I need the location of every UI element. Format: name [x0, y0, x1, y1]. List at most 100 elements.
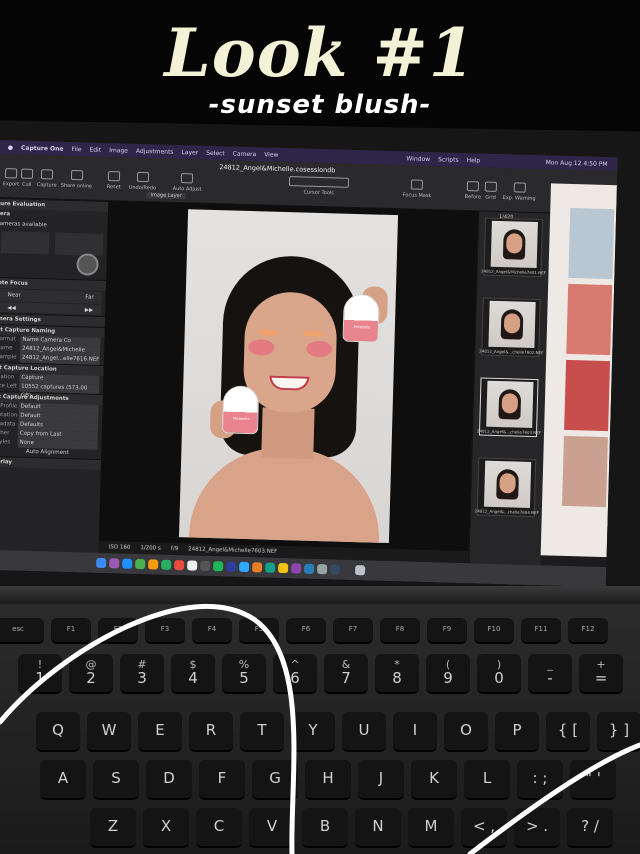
key-comma[interactable]: < ,	[461, 808, 507, 848]
key-f6[interactable]: F6	[286, 618, 326, 644]
key-equals[interactable]: + =	[579, 654, 623, 694]
browser-thumbnail-selected[interactable]: 24812_Angel&...chelle7603.NEF	[477, 377, 541, 438]
trash-icon[interactable]	[354, 565, 366, 576]
key-d[interactable]: D	[146, 760, 192, 800]
exposure-warning-button[interactable]: Exp. Warning	[502, 182, 536, 202]
key-7[interactable]: & 7	[324, 654, 368, 694]
launchpad-icon[interactable]	[109, 558, 120, 569]
key-f8[interactable]: F8	[380, 618, 420, 644]
key-y[interactable]: Y	[291, 712, 335, 752]
menu-camera[interactable]: Camera	[233, 150, 257, 158]
key-9[interactable]: (9	[426, 654, 470, 694]
key-6[interactable]: ^ 6	[273, 654, 317, 694]
key-l[interactable]: L	[464, 760, 510, 800]
messages-icon[interactable]	[135, 558, 146, 570]
app-store-icon[interactable]	[304, 563, 315, 574]
key-j[interactable]: J	[358, 760, 404, 800]
key-5[interactable]: % 5	[222, 654, 266, 694]
grid-button[interactable]: Grid	[484, 181, 498, 201]
key-o[interactable]: O	[444, 712, 488, 752]
step-back-icon[interactable]: ◀◀	[7, 302, 16, 312]
menu-help[interactable]: Help	[467, 157, 481, 164]
menu-app-name[interactable]: Capture One	[21, 144, 64, 152]
key-v[interactable]: V	[249, 808, 295, 848]
menu-view[interactable]: View	[264, 151, 278, 158]
key-k[interactable]: K	[411, 760, 457, 800]
key-s[interactable]: S	[93, 760, 139, 800]
key-f10[interactable]: F10	[474, 618, 514, 644]
app-icon[interactable]	[291, 563, 302, 574]
secondary-photo-window[interactable]	[540, 183, 617, 558]
capture-button[interactable]: Capture	[37, 169, 57, 189]
menu-edit[interactable]: Edit	[89, 146, 101, 153]
key-f11[interactable]: F11	[521, 618, 561, 644]
terminal-icon[interactable]	[329, 564, 341, 575]
key-f9[interactable]: F9	[427, 618, 467, 644]
menu-file[interactable]: File	[71, 146, 81, 153]
key-e[interactable]: E	[138, 712, 182, 752]
menu-window[interactable]: Window	[406, 155, 430, 163]
undo-redo-button[interactable]: Undo/Redo	[129, 171, 157, 191]
key-p[interactable]: P	[495, 712, 539, 752]
key-f4[interactable]: F4	[192, 618, 232, 644]
finder-icon[interactable]	[96, 557, 107, 569]
key-f12[interactable]: F12	[568, 618, 608, 644]
key-b[interactable]: B	[302, 808, 348, 848]
calendar-icon[interactable]	[174, 560, 185, 571]
menu-scripts[interactable]: Scripts	[438, 156, 459, 164]
app-icon[interactable]	[278, 562, 289, 574]
key-c[interactable]: C	[196, 808, 242, 848]
menu-image[interactable]: Image	[109, 147, 128, 155]
before-button[interactable]: Before	[465, 181, 482, 200]
layer-select[interactable]: Image Layer	[146, 192, 186, 200]
facetime-icon[interactable]	[161, 559, 172, 570]
photos-icon[interactable]	[148, 559, 159, 570]
share-online-button[interactable]: Share online	[61, 169, 93, 190]
menu-layer[interactable]: Layer	[181, 149, 198, 156]
key-semicolon[interactable]: : ;	[517, 760, 563, 800]
focus-mask-button[interactable]: Focus Mask	[403, 179, 432, 199]
export-button[interactable]: Export	[3, 168, 20, 188]
capture-knob[interactable]	[76, 253, 99, 276]
notes-icon[interactable]	[187, 560, 198, 571]
key-i[interactable]: I	[393, 712, 437, 752]
browser-thumbnail[interactable]: 24812_Angel&Michelle7601.NEF	[481, 217, 546, 278]
key-period[interactable]: > .	[514, 808, 560, 848]
safari-icon[interactable]	[122, 558, 133, 569]
key-slash[interactable]: ? /	[567, 808, 613, 848]
key-f[interactable]: F	[199, 760, 245, 800]
key-r[interactable]: R	[189, 712, 233, 752]
overlay-header[interactable]: verlay	[0, 455, 102, 470]
lightroom-icon[interactable]	[252, 562, 263, 573]
chrome-icon[interactable]	[200, 560, 211, 572]
menu-clock[interactable]: Mon Aug 12 4:50 PM	[546, 159, 608, 168]
key-f2[interactable]: F2	[98, 618, 138, 644]
cull-button[interactable]: Cull	[20, 168, 34, 188]
menu-adjustments[interactable]: Adjustments	[136, 147, 174, 155]
cursor-tools-group[interactable]: Cursor Tools	[288, 176, 350, 197]
key-8[interactable]: * 8	[375, 654, 419, 694]
browser-thumbnail[interactable]: 24812_Angel&...chelle7602.NEF	[479, 297, 543, 358]
key-x[interactable]: X	[143, 808, 189, 848]
key-z[interactable]: Z	[90, 808, 136, 848]
app-icon[interactable]	[265, 562, 276, 573]
key-t[interactable]: T	[240, 712, 284, 752]
spotify-icon[interactable]	[213, 561, 224, 572]
key-h[interactable]: H	[305, 760, 351, 800]
key-a[interactable]: A	[40, 760, 86, 800]
key-left-bracket[interactable]: { [	[546, 712, 590, 752]
key-esc[interactable]: esc	[0, 618, 44, 644]
key-n[interactable]: N	[355, 808, 401, 848]
key-f5[interactable]: F5	[239, 618, 279, 644]
photoshop-icon[interactable]	[239, 561, 250, 573]
key-quote[interactable]: " '	[570, 760, 616, 800]
step-forward-icon[interactable]: ▶▶	[85, 304, 94, 314]
key-4[interactable]: $4	[171, 654, 215, 694]
settings-icon[interactable]	[317, 564, 328, 575]
reset-button[interactable]: Reset	[107, 171, 121, 190]
menu-select[interactable]: Select	[206, 149, 225, 157]
key-minus[interactable]: _ -	[528, 654, 572, 694]
key-g[interactable]: G	[252, 760, 298, 800]
key-f3[interactable]: F3	[145, 618, 185, 644]
key-u[interactable]: U	[342, 712, 386, 752]
